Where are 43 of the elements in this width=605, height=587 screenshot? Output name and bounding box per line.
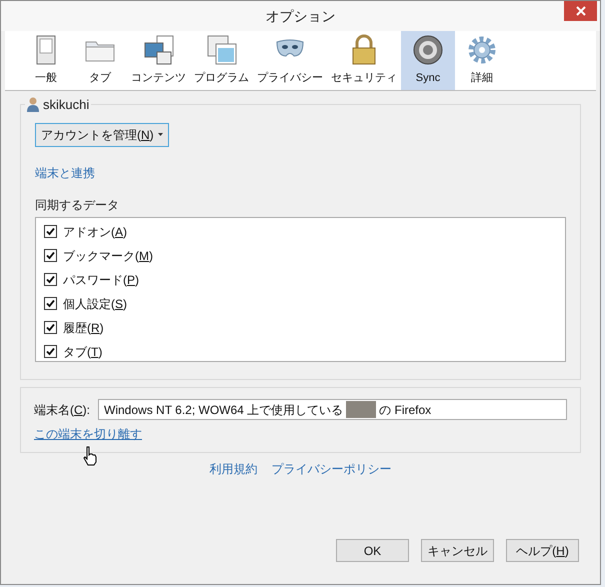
unlink-device-link[interactable]: この端末を切り離す — [34, 425, 142, 443]
checkbox-label: ブックマーク(M) — [63, 248, 153, 264]
checkbox[interactable] — [44, 273, 57, 286]
toolbar-tab[interactable]: 一般 — [19, 31, 73, 90]
username: skikuchi — [43, 96, 90, 114]
toolbar-tab[interactable]: タブ — [73, 31, 127, 90]
close-button[interactable] — [564, 1, 597, 21]
footer-link[interactable]: 利用規約 — [210, 460, 258, 478]
toolbar-tab[interactable]: プログラム — [190, 31, 253, 90]
gear-icon — [466, 34, 498, 66]
checkbox-label: 個人設定(S) — [63, 296, 128, 312]
checkbox-label: パスワード(P) — [63, 272, 140, 288]
toolbar-tab[interactable]: セキュリティ — [327, 31, 401, 90]
checkbox-label: 履歴(R) — [63, 320, 104, 336]
toolbar-tab[interactable]: プライバシー — [253, 31, 327, 90]
dialog-button[interactable]: キャンセル — [421, 539, 494, 562]
checkbox-label: アドオン(A) — [63, 224, 128, 240]
dialog-button[interactable]: OK — [336, 539, 409, 562]
device-name-field[interactable]: Windows NT 6.2; WOW64 上で使用している の Firefox — [98, 399, 567, 420]
toolbar-tab[interactable]: Sync — [401, 31, 455, 90]
checkbox[interactable] — [44, 345, 57, 358]
manage-account-button[interactable]: アカウントを管理(N) — [35, 122, 169, 146]
hand-cursor-icon — [83, 446, 97, 466]
checkbox[interactable] — [44, 321, 57, 334]
checkbox[interactable] — [44, 297, 57, 310]
checkbox-label: タブ(T) — [63, 344, 102, 360]
redaction-block — [346, 401, 376, 418]
device-name-label: 端末名(C): — [34, 402, 90, 418]
checkbox[interactable] — [44, 225, 57, 238]
toolbar-tab[interactable]: 詳細 — [455, 31, 509, 90]
footer-link[interactable]: プライバシーポリシー — [272, 460, 392, 478]
toolbar-tab[interactable]: コンテンツ — [127, 31, 190, 90]
close-icon — [576, 6, 586, 16]
caret-icon — [158, 133, 163, 136]
pair-device-link[interactable]: 端末と連携 — [35, 164, 95, 182]
dialog-button[interactable]: ヘルプ(H) — [506, 539, 579, 562]
checkbox[interactable] — [44, 249, 57, 262]
sync-data-label: 同期するデータ — [35, 196, 120, 214]
window-title: オプション — [266, 6, 336, 26]
user-icon — [27, 97, 39, 112]
sync-icon — [412, 34, 444, 66]
picture-page-icon — [142, 34, 174, 66]
calendar-window-icon — [206, 34, 238, 66]
